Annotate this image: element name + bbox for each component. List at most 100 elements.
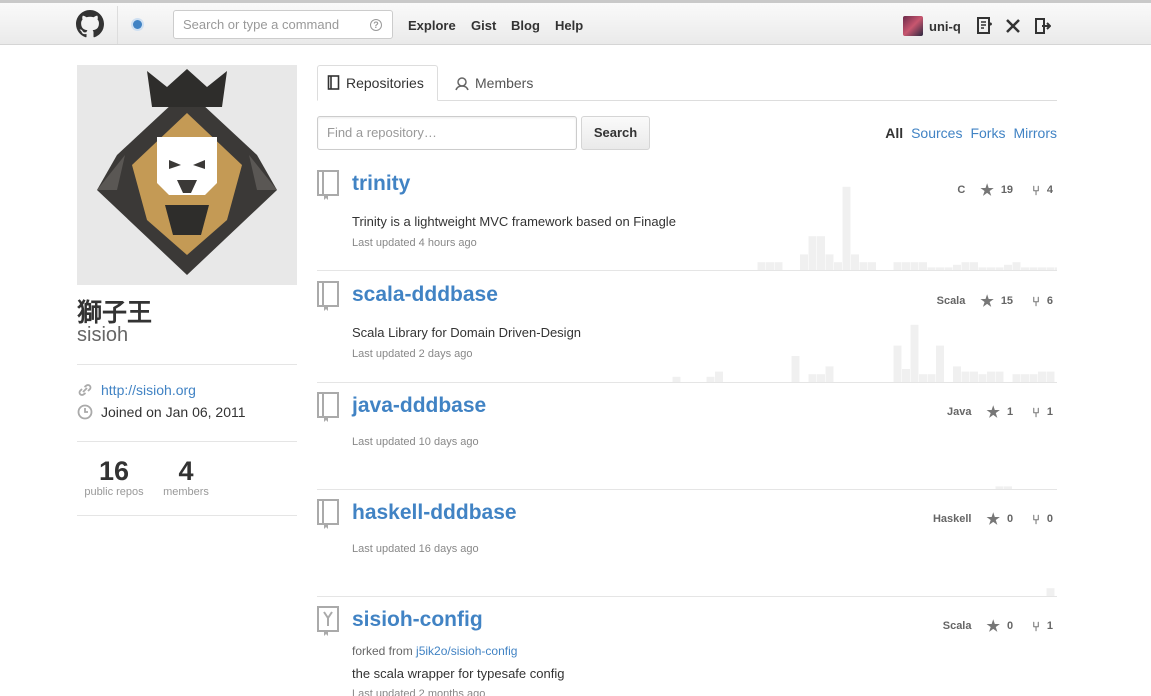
- fork-icon[interactable]: ⑂: [1032, 294, 1040, 309]
- repo-updated: Last updated 2 months ago: [352, 688, 486, 696]
- activity-bar: [944, 267, 953, 270]
- activity-bar: [1021, 374, 1029, 382]
- fork-icon[interactable]: ⑂: [1032, 405, 1040, 420]
- star-count[interactable]: 19: [1001, 184, 1013, 196]
- activity-bar: [953, 366, 961, 382]
- fork-icon[interactable]: ⑂: [1032, 183, 1040, 198]
- sign-out-icon[interactable]: [1035, 17, 1051, 35]
- activity-bar: [919, 262, 927, 270]
- repo-name-link[interactable]: sisioh-config: [352, 608, 483, 632]
- activity-bar: [902, 369, 910, 382]
- activity-bar: [834, 262, 842, 270]
- activity-bar: [995, 267, 1004, 270]
- fork-count[interactable]: 0: [1047, 513, 1053, 525]
- repo-forked-from: forked from j5ik2o/sisioh-config: [352, 644, 517, 658]
- repo-name-link[interactable]: java-dddbase: [352, 394, 486, 418]
- filter-mirrors[interactable]: Mirrors: [1013, 125, 1057, 141]
- search-input[interactable]: Search or type a command: [173, 10, 393, 39]
- find-repository-input[interactable]: Find a repository…: [317, 116, 577, 150]
- tab-members[interactable]: Members: [445, 65, 542, 101]
- activity-bar: [1046, 588, 1055, 596]
- repo-updated: Last updated 4 hours ago: [352, 237, 477, 249]
- activity-bar: [757, 262, 766, 270]
- org-joined-date: Joined on Jan 06, 2011: [101, 404, 246, 420]
- star-count[interactable]: 0: [1007, 620, 1013, 632]
- tab-repositories-label: Repositories: [346, 75, 424, 91]
- activity-bar: [927, 267, 936, 270]
- star-icon[interactable]: ★: [986, 510, 999, 528]
- user-menu[interactable]: uni-q: [903, 15, 961, 37]
- repo-stats: Scala ★ 0 ⑂ 1: [943, 617, 1053, 635]
- star-icon[interactable]: ★: [986, 403, 999, 421]
- activity-bar: [800, 254, 808, 270]
- activity-bar: [808, 374, 817, 382]
- repo-name-link[interactable]: haskell-dddbase: [352, 501, 517, 525]
- star-icon[interactable]: ★: [980, 181, 993, 199]
- star-count[interactable]: 0: [1007, 513, 1013, 525]
- repo-name-link[interactable]: trinity: [352, 172, 410, 196]
- fork-icon[interactable]: ⑂: [1032, 619, 1040, 634]
- activity-bar: [970, 262, 978, 270]
- activity-bar: [1046, 371, 1055, 382]
- org-tabs: Repositories Members: [317, 65, 1057, 101]
- org-sidebar: [77, 65, 297, 285]
- activity-bar: [1012, 374, 1021, 382]
- new-repo-icon[interactable]: [976, 17, 992, 35]
- fork-count[interactable]: 1: [1047, 406, 1053, 418]
- nav-explore[interactable]: Explore: [408, 18, 456, 33]
- repo-icon: [327, 75, 340, 90]
- activity-bar: [919, 374, 927, 382]
- org-url-link[interactable]: http://sisioh.org: [101, 382, 196, 398]
- activity-bar: [825, 366, 834, 382]
- star-count[interactable]: 1: [1007, 406, 1013, 418]
- repo-item: sisioh-config forked from j5ik2o/sisioh-…: [317, 596, 1057, 696]
- activity-bar: [825, 254, 834, 270]
- activity-bar: [927, 374, 936, 382]
- activity-bar: [1004, 264, 1012, 270]
- members-stat[interactable]: 4 members: [160, 456, 212, 498]
- repo-name-link[interactable]: scala-dddbase: [352, 283, 498, 307]
- filter-sources[interactable]: Sources: [911, 125, 962, 141]
- star-icon[interactable]: ★: [980, 292, 993, 310]
- fork-count[interactable]: 6: [1047, 295, 1053, 307]
- activity-bar: [851, 254, 859, 270]
- fork-icon[interactable]: ⑂: [1032, 512, 1040, 527]
- github-logo-icon[interactable]: [76, 10, 104, 38]
- activity-bar: [978, 374, 987, 382]
- activity-bar: [791, 356, 800, 382]
- nav-gist[interactable]: Gist: [471, 18, 496, 33]
- repo-item: haskell-dddbase Last updated 16 days ago…: [317, 489, 1057, 597]
- link-icon: [78, 384, 92, 396]
- help-icon[interactable]: ?: [370, 19, 382, 31]
- notification-indicator[interactable]: [133, 20, 142, 29]
- star-count[interactable]: 15: [1001, 295, 1013, 307]
- repo-stats: Haskell ★ 0 ⑂ 0: [933, 510, 1053, 528]
- repo-item: java-dddbase Last updated 10 days ago Ja…: [317, 382, 1057, 490]
- star-icon[interactable]: ★: [986, 617, 999, 635]
- activity-bar: [961, 371, 970, 382]
- activity-bar: [1029, 267, 1038, 270]
- activity-bar: [1055, 267, 1057, 270]
- tab-repositories[interactable]: Repositories: [317, 65, 438, 101]
- org-login: sisioh: [77, 324, 129, 346]
- forked-from-link[interactable]: j5ik2o/sisioh-config: [416, 644, 517, 658]
- repo-icon: [317, 281, 339, 311]
- nav-help[interactable]: Help: [555, 18, 583, 33]
- activity-bar: [970, 371, 978, 382]
- repo-icon: [317, 392, 339, 422]
- members-label: members: [163, 486, 209, 498]
- filter-all[interactable]: All: [885, 125, 903, 141]
- repo-language: Java: [947, 406, 972, 418]
- members-icon: [455, 77, 469, 91]
- fork-count[interactable]: 1: [1047, 620, 1053, 632]
- nav-blog[interactable]: Blog: [511, 18, 540, 33]
- members-count: 4: [178, 456, 194, 486]
- activity-bar: [817, 374, 825, 382]
- filter-forks[interactable]: Forks: [970, 125, 1005, 141]
- repo-updated: Last updated 2 days ago: [352, 348, 473, 360]
- activity-bar: [859, 262, 868, 270]
- search-button[interactable]: Search: [581, 116, 650, 150]
- public-repos-stat[interactable]: 16 public repos: [84, 456, 144, 498]
- tools-icon[interactable]: [1005, 17, 1021, 35]
- fork-count[interactable]: 4: [1047, 184, 1053, 196]
